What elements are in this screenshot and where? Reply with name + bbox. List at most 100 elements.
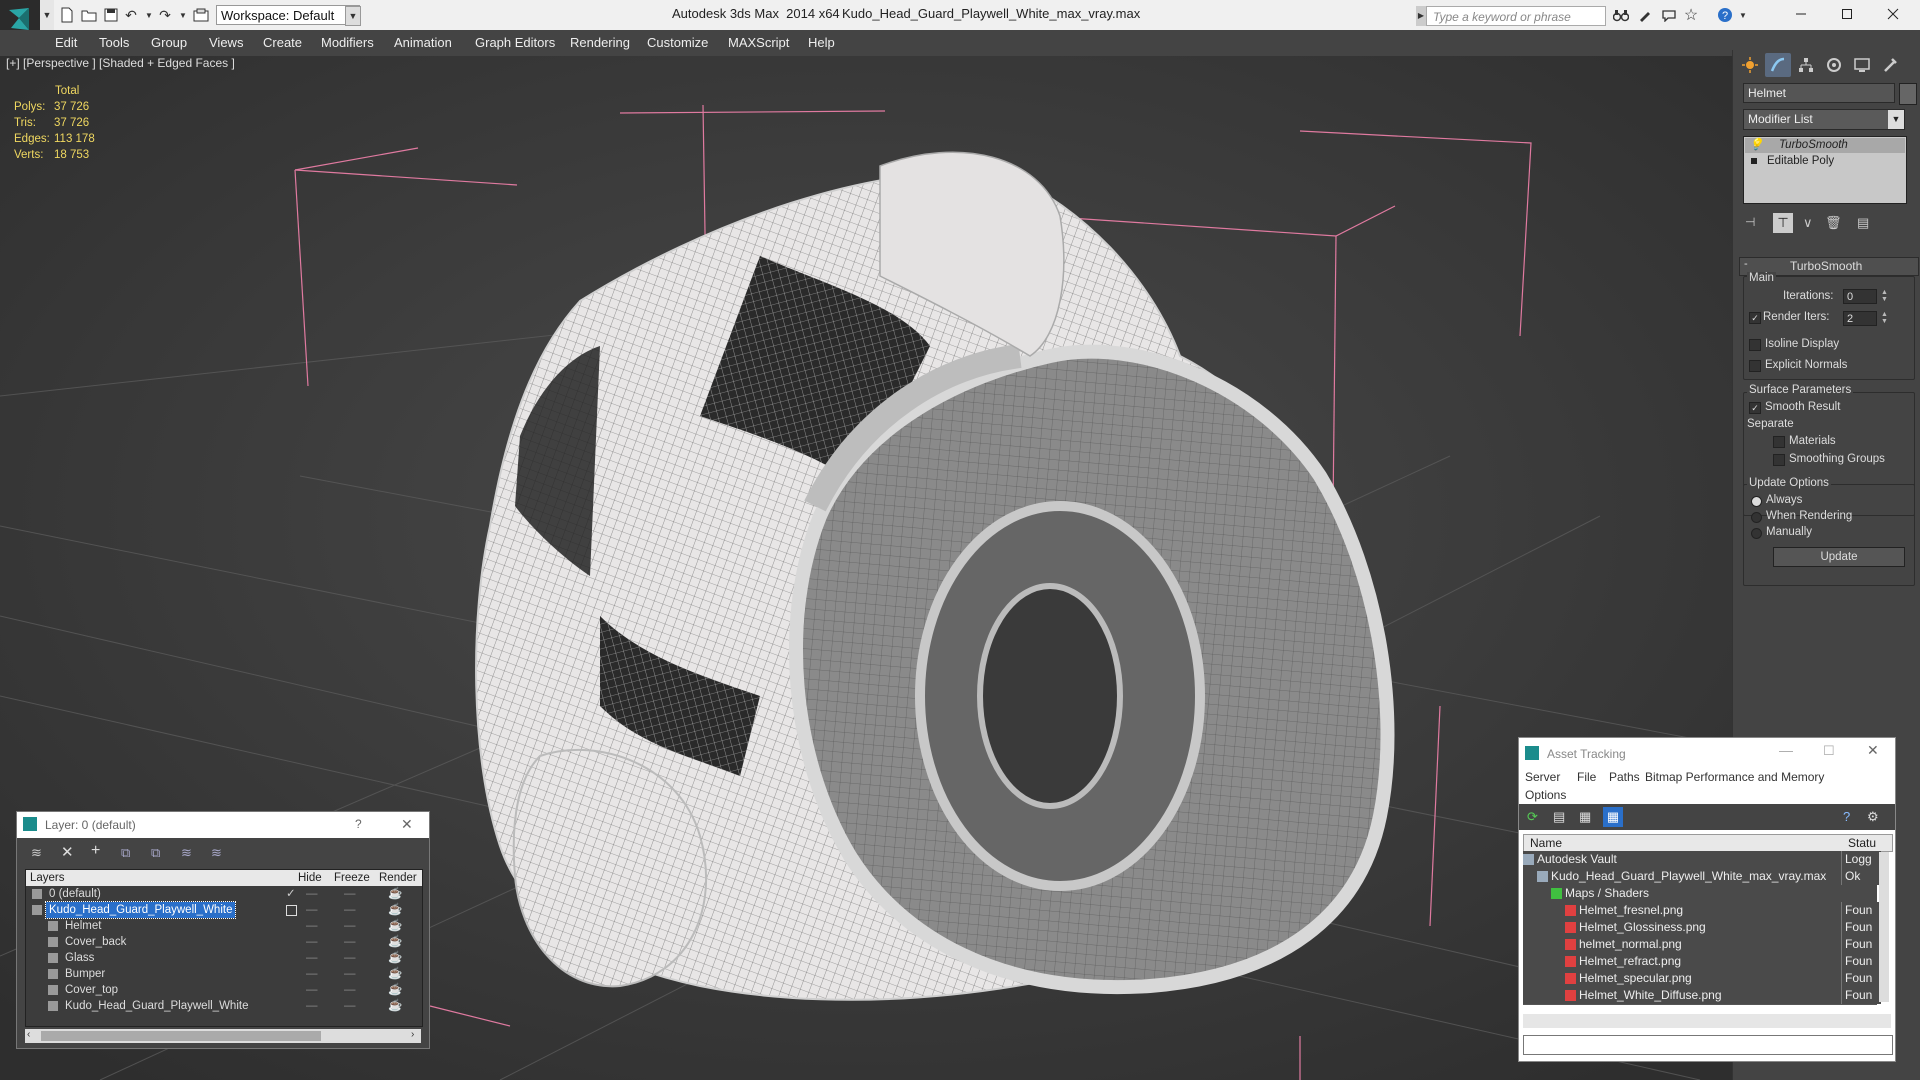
always-radio[interactable] [1751, 496, 1762, 507]
render-teapot-icon[interactable]: ☕ [388, 934, 402, 950]
menu-help[interactable]: Help [808, 30, 835, 56]
configure-modifier-sets-icon[interactable]: ▤ [1857, 215, 1875, 231]
freeze-toggle[interactable]: — [344, 886, 356, 902]
menu-customize[interactable]: Customize [647, 30, 708, 56]
display-tab-icon[interactable] [1849, 53, 1875, 77]
freeze-toggle[interactable]: — [344, 950, 356, 966]
layer-name[interactable]: 0 (default) [46, 886, 104, 902]
layer-window-help-button[interactable]: ? [355, 817, 362, 831]
layer-name[interactable]: Cover_top [62, 982, 121, 998]
asset-row[interactable]: Helmet_fresnel.png Foun [1523, 902, 1881, 920]
add-to-layer-icon[interactable]: + [91, 842, 100, 860]
viewport-label[interactable]: [+] [Perspective ] [Shaded + Edged Faces… [6, 56, 235, 70]
project-folder-icon[interactable] [192, 6, 210, 24]
remove-modifier-icon[interactable]: 🗑 [1825, 215, 1843, 231]
create-tab-icon[interactable] [1737, 53, 1763, 77]
open-file-icon[interactable] [80, 6, 98, 24]
asset-vertical-scrollbar[interactable] [1879, 852, 1889, 1002]
asset-row[interactable]: Helmet_specular.png Foun [1523, 970, 1881, 988]
column-hide[interactable]: Hide [298, 870, 322, 886]
menu-views[interactable]: Views [209, 30, 243, 56]
asset-row[interactable]: Helmet_refract.png Foun [1523, 953, 1881, 971]
hide-toggle[interactable]: — [306, 982, 318, 998]
iterations-spinner[interactable]: 0 [1843, 289, 1877, 304]
asset-refresh-icon[interactable]: ⟳ [1527, 809, 1538, 825]
render-teapot-icon[interactable]: ☕ [388, 950, 402, 966]
asset-help-icon[interactable]: ? [1843, 809, 1850, 824]
render-teapot-icon[interactable]: ☕ [388, 918, 402, 934]
binoculars-icon[interactable] [1612, 6, 1630, 24]
explicit-normals-checkbox[interactable] [1749, 360, 1761, 372]
layer-name[interactable]: Bumper [62, 966, 108, 982]
smoothing-groups-checkbox[interactable] [1773, 454, 1785, 466]
render-iters-checkbox[interactable]: ✓ [1749, 312, 1761, 324]
render-iters-spinner[interactable]: 2 [1843, 311, 1877, 326]
asset-path-input[interactable] [1523, 1035, 1893, 1055]
asset-row[interactable]: Maps / Shaders [1523, 885, 1877, 903]
menu-animation[interactable]: Animation [394, 30, 452, 56]
app-menu-arrow-icon[interactable]: ▼ [40, 0, 54, 30]
hide-toggle[interactable]: — [306, 998, 318, 1014]
search-input[interactable]: Type a keyword or phrase [1426, 6, 1606, 26]
hide-toggle[interactable]: — [306, 950, 318, 966]
asset-row[interactable]: Autodesk Vault Logg [1523, 851, 1881, 869]
modify-tab-icon[interactable] [1765, 53, 1791, 77]
layer-name[interactable]: Helmet [62, 918, 104, 934]
hierarchy-tab-icon[interactable] [1793, 53, 1819, 77]
minimize-button[interactable] [1778, 0, 1824, 28]
asset-row[interactable]: helmet_normal.png Foun [1523, 936, 1881, 954]
active-layer-box-icon[interactable] [286, 905, 297, 916]
asset-maximize-button[interactable]: ☐ [1823, 743, 1835, 759]
hide-toggle[interactable]: — [306, 902, 318, 918]
redo-icon[interactable]: ↷ [156, 6, 174, 24]
materials-checkbox[interactable] [1773, 436, 1785, 448]
delete-layer-icon[interactable]: ✕ [61, 843, 74, 861]
help-dropdown-icon[interactable]: ▼ [1734, 6, 1752, 24]
freeze-toggle[interactable]: — [344, 918, 356, 934]
asset-row[interactable]: Kudo_Head_Guard_Playwell_White_max_vray.… [1523, 868, 1881, 886]
isoline-display-checkbox[interactable] [1749, 339, 1761, 351]
new-file-icon[interactable] [58, 6, 76, 24]
communication-icon[interactable] [1660, 6, 1678, 24]
motion-tab-icon[interactable] [1821, 53, 1847, 77]
subscription-icon[interactable] [1636, 6, 1654, 24]
hide-unhide-all-icon[interactable]: ≋ [181, 845, 192, 861]
utilities-tab-icon[interactable] [1877, 53, 1903, 77]
freeze-toggle[interactable]: — [344, 902, 356, 918]
asset-horizontal-scrollbar[interactable] [1523, 1014, 1891, 1028]
freeze-toggle[interactable]: — [344, 998, 356, 1014]
stack-item-turbosmooth[interactable]: 💡 TurboSmooth [1745, 138, 1905, 153]
asset-row[interactable]: Helmet_Glossiness.png Foun [1523, 919, 1881, 937]
object-name-input[interactable]: Helmet [1743, 83, 1895, 103]
freeze-toggle[interactable]: — [344, 966, 356, 982]
menu-group[interactable]: Group [151, 30, 187, 56]
maximize-button[interactable] [1824, 0, 1870, 28]
create-layer-icon[interactable]: ≋ [31, 845, 42, 861]
layer-name[interactable]: Glass [62, 950, 97, 966]
layer-row[interactable]: Cover_top — — ☕ [26, 982, 422, 998]
asset-column-name[interactable]: Name [1530, 835, 1562, 851]
layer-row[interactable]: Kudo_Head_Guard_Playwell_White — — ☕ [26, 998, 422, 1014]
render-teapot-icon[interactable]: ☕ [388, 902, 402, 918]
layer-row[interactable]: Glass — — ☕ [26, 950, 422, 966]
favorites-star-icon[interactable]: ☆ [1682, 6, 1700, 24]
layer-window-close-button[interactable]: ✕ [401, 816, 413, 833]
render-iters-spinner-arrows-icon[interactable]: ▲ ▼ [1881, 311, 1888, 325]
pin-stack-icon[interactable]: ⊣ [1745, 215, 1763, 231]
column-layers[interactable]: Layers [30, 870, 65, 886]
asset-menu-options[interactable]: Options [1525, 788, 1566, 802]
workspace-arrow-icon[interactable]: ▼ [345, 6, 361, 26]
smooth-result-checkbox[interactable]: ✓ [1749, 402, 1761, 414]
asset-table-view-icon[interactable]: ▦ [1603, 807, 1623, 827]
asset-menu-server[interactable]: Server [1525, 770, 1560, 784]
hide-toggle[interactable]: — [306, 918, 318, 934]
menu-edit[interactable]: Edit [55, 30, 77, 56]
search-expand-icon[interactable]: ▶ [1416, 6, 1426, 26]
scroll-right-icon[interactable]: › [411, 1029, 414, 1040]
hide-toggle[interactable]: — [306, 966, 318, 982]
update-button[interactable]: Update [1773, 547, 1905, 567]
layer-window-titlebar[interactable]: Layer: 0 (default) ? ✕ [17, 812, 429, 838]
layer-horizontal-scrollbar[interactable]: ‹ › [25, 1029, 421, 1043]
render-teapot-icon[interactable]: ☕ [388, 982, 402, 998]
freeze-unfreeze-all-icon[interactable]: ≋ [211, 845, 222, 861]
